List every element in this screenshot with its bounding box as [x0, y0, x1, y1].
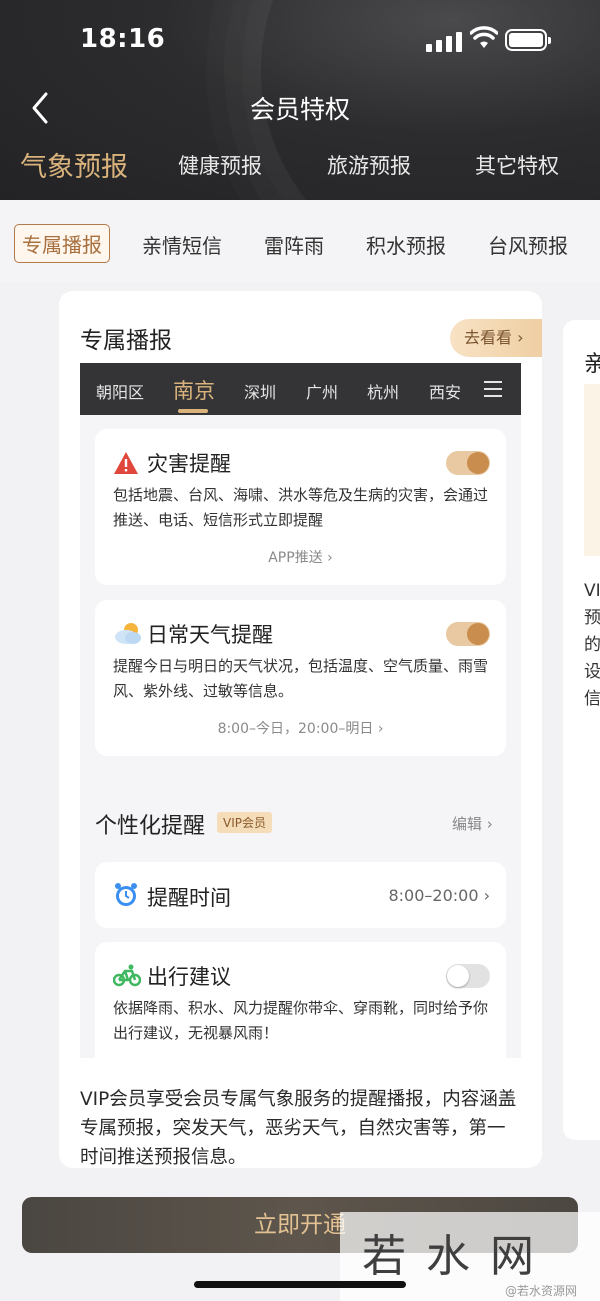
city-tab-active[interactable]: 南京 [173, 375, 215, 405]
chevron-right-icon: › [377, 721, 384, 737]
chevron-right-icon: › [486, 815, 493, 833]
disaster-push-label: APP推送 [268, 550, 323, 566]
disaster-alert-toggle[interactable] [446, 451, 490, 475]
subtab-family-sms[interactable]: 亲情短信 [142, 230, 222, 259]
tab-other-privileges[interactable]: 其它特权 [475, 150, 559, 180]
daily-weather-desc: 提醒今日与明日的天气状况，包括温度、空气质量、雨雪风、紫外线、过敏等信息。 [113, 657, 489, 700]
remind-time-row[interactable]: 提醒时间 8:00–20:00 › [95, 862, 506, 928]
next-card-text-line: 预 [584, 608, 600, 628]
personal-reminder-title: 个性化提醒 [95, 814, 206, 839]
daily-weather-panel: 日常天气提醒 提醒今日与明日的天气状况，包括温度、空气质量、雨雪风、紫外线、过敏… [95, 600, 506, 756]
daily-weather-toggle[interactable] [446, 622, 490, 646]
active-city-indicator [178, 409, 208, 413]
city-tab[interactable]: 杭州 [367, 379, 399, 403]
sub-tab-bar: 专属播报 亲情短信 雷阵雨 积水预报 台风预报 [0, 200, 600, 282]
alarm-clock-icon [115, 883, 137, 906]
next-card-image [584, 384, 600, 556]
disaster-push-link[interactable]: APP推送 › [95, 547, 506, 567]
watermark-text: 若水网 [362, 1231, 554, 1282]
feature-card: 专属播报 去看看 › 朝阳区 南京 深圳 广州 杭州 西安 灾害提醒 包括地震、… [59, 291, 542, 1168]
subtab-typhoon[interactable]: 台风预报 [488, 230, 568, 259]
card-description: VIP会员享受会员专属气象服务的提醒播报，内容涵盖专属预报，突发天气，恶劣天气，… [80, 1089, 517, 1168]
preview-screenshot: 朝阳区 南京 深圳 广州 杭州 西安 灾害提醒 包括地震、台风、海啸、洪水等危及… [80, 363, 521, 1058]
city-tab[interactable]: 深圳 [244, 379, 276, 403]
next-card-text-line: 信 [584, 689, 600, 709]
chevron-right-icon: › [483, 886, 490, 905]
cloud-sun-icon [115, 623, 141, 644]
tab-health-forecast[interactable]: 健康预报 [178, 150, 262, 180]
disaster-alert-panel: 灾害提醒 包括地震、台风、海啸、洪水等危及生病的灾害，会通过推送、电话、短信形式… [95, 429, 506, 585]
remind-time-value-group: 8:00–20:00 › [388, 886, 490, 905]
city-tab[interactable]: 西安 [429, 379, 461, 403]
look-button-label: 去看看 [464, 328, 513, 347]
subtab-thunderstorm[interactable]: 雷阵雨 [264, 230, 324, 259]
next-card-title: 亲 [584, 352, 600, 377]
edit-link[interactable]: 编辑 › [452, 813, 493, 834]
home-indicator [194, 1281, 406, 1288]
tab-weather-forecast[interactable]: 气象预报 [20, 145, 128, 184]
daily-weather-time-label: 8:00–今日，20:00–明日 [217, 721, 374, 737]
chevron-right-icon: › [517, 328, 524, 347]
battery-icon [505, 29, 551, 51]
remind-time-value: 8:00–20:00 [388, 886, 479, 905]
watermark-small: @若水资源网 [505, 1284, 578, 1298]
status-bar: 18:16 [0, 0, 600, 80]
next-card-text-line: 设 [584, 662, 600, 682]
look-button[interactable]: 去看看 › [450, 319, 542, 357]
warning-icon [114, 452, 138, 474]
subtab-exclusive-broadcast[interactable]: 专属播报 [14, 224, 110, 263]
next-card-text-line: VI [584, 581, 600, 601]
city-bar: 朝阳区 南京 深圳 广州 杭州 西安 [80, 363, 521, 415]
tab-travel-forecast[interactable]: 旅游预报 [327, 150, 411, 180]
remind-time-label: 提醒时间 [147, 886, 231, 910]
travel-advice-desc: 依据降雨、积水、风力提醒你带伞、穿雨靴，同时给予你出行建议，无视暴风雨！ [113, 999, 489, 1042]
next-card-text: VI 预 的 设 信 [584, 578, 600, 713]
disaster-alert-title: 灾害提醒 [147, 452, 231, 476]
chevron-right-icon: › [327, 550, 333, 566]
city-tab[interactable]: 广州 [306, 379, 338, 403]
cellular-signal-icon [426, 30, 462, 52]
wifi-icon [470, 26, 498, 48]
bicycle-icon [113, 964, 141, 987]
subtab-waterlogging[interactable]: 积水预报 [366, 230, 446, 259]
city-tab[interactable]: 朝阳区 [96, 379, 144, 403]
travel-advice-toggle[interactable] [446, 964, 490, 988]
disaster-alert-desc: 包括地震、台风、海啸、洪水等危及生病的灾害，会通过推送、电话、短信形式立即提醒 [113, 486, 489, 529]
status-time: 18:16 [80, 24, 166, 54]
top-tab-bar: 气象预报 健康预报 旅游预报 其它特权 [0, 150, 600, 200]
card-title: 专属播报 [80, 328, 172, 354]
daily-weather-title: 日常天气提醒 [147, 623, 273, 647]
daily-weather-time-link[interactable]: 8:00–今日，20:00–明日 › [95, 718, 506, 738]
travel-advice-title: 出行建议 [147, 965, 231, 989]
page-title: 会员特权 [249, 95, 350, 124]
next-card-text-line: 的 [584, 635, 600, 655]
next-card-peek[interactable]: 亲 VI 预 的 设 信 [563, 320, 600, 1140]
menu-icon[interactable] [484, 381, 502, 397]
vip-badge: VIP会员 [217, 812, 272, 833]
edit-label: 编辑 [452, 815, 483, 833]
travel-advice-panel: 出行建议 依据降雨、积水、风力提醒你带伞、穿雨靴，同时给予你出行建议，无视暴风雨… [95, 942, 506, 1058]
